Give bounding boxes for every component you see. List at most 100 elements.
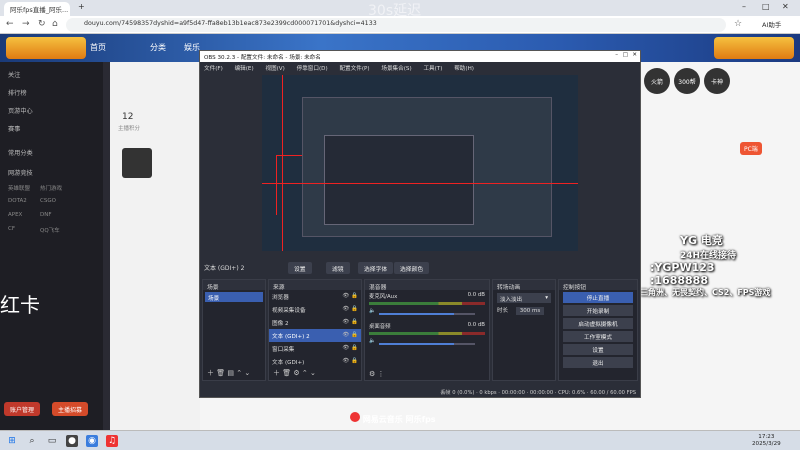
home-icon[interactable]: ⌂ xyxy=(52,19,58,29)
sidebar-item-rank[interactable]: 排行榜 xyxy=(8,88,27,97)
menu-view[interactable]: 视图(V) xyxy=(265,66,284,72)
selection-box-left[interactable] xyxy=(276,155,277,215)
source-row[interactable]: 窗口采集 👁 🔒 xyxy=(269,342,361,355)
maximize-icon[interactable]: □ xyxy=(762,2,770,11)
badge-300[interactable]: 300帮 xyxy=(674,68,700,94)
obs-minimize-icon[interactable]: – xyxy=(615,52,618,58)
sidebar-item-follow[interactable]: 关注 xyxy=(8,70,20,79)
obs-close-icon[interactable]: ✕ xyxy=(632,52,637,58)
remove-icon[interactable]: 🗑 xyxy=(282,369,291,377)
browser-app-icon[interactable]: ◉ xyxy=(86,435,98,447)
star-icon[interactable]: ☆ xyxy=(734,19,742,29)
browser-tab[interactable]: 阿乐fps直播_阿乐... xyxy=(4,2,70,16)
speaker-icon[interactable]: 🔈 xyxy=(369,338,376,344)
url-input[interactable]: douyu.com/74598357dyshid=a9f5d47-ffa8eb1… xyxy=(66,18,726,32)
menu-scene-collection[interactable]: 场景集合(S) xyxy=(381,66,411,72)
sidebar-game[interactable]: DNF xyxy=(40,212,52,218)
source-row[interactable]: 视频采集设备 👁 🔒 xyxy=(269,303,361,316)
volume-slider[interactable] xyxy=(379,343,475,345)
sidebar-game[interactable]: 英雄联盟 xyxy=(8,184,30,192)
volume-slider[interactable] xyxy=(379,313,475,315)
stop-streaming-button[interactable]: 停止直播 xyxy=(563,292,633,303)
windows-start-icon[interactable]: ⊞ xyxy=(6,435,18,447)
move-down-icon[interactable]: ⌄ xyxy=(244,369,250,377)
close-icon[interactable]: ✕ xyxy=(782,2,789,11)
forward-icon[interactable]: → xyxy=(22,19,30,29)
start-recording-button[interactable]: 开始录制 xyxy=(563,305,633,316)
obs-preview[interactable] xyxy=(262,75,578,251)
remove-icon[interactable]: 🗑 xyxy=(216,369,225,377)
douyu-logo[interactable] xyxy=(6,37,86,59)
pc-badge[interactable]: PC端 xyxy=(740,142,762,155)
sidebar-game[interactable]: CSGO xyxy=(40,198,56,204)
menu-tools[interactable]: 工具(T) xyxy=(423,66,442,72)
nav-category[interactable]: 分类 xyxy=(150,42,166,53)
obs-maximize-icon[interactable]: □ xyxy=(623,52,628,58)
settings-button[interactable]: 设置 xyxy=(563,344,633,355)
filters-button[interactable]: 滤镜 xyxy=(326,262,350,274)
sidebar-game[interactable]: APEX xyxy=(8,212,22,218)
menu-file[interactable]: 文件(F) xyxy=(204,66,223,72)
source-row-selected[interactable]: 文本 (GDI+) 2 👁 🔒 xyxy=(269,329,361,342)
source-row[interactable]: 文本 (GDI+) 👁 🔒 xyxy=(269,355,361,368)
speaker-icon[interactable]: 🔈 xyxy=(369,308,376,314)
virtual-camera-button[interactable]: 启动虚拟摄像机 xyxy=(563,318,633,329)
menu-docks[interactable]: 停靠窗口(D) xyxy=(297,66,328,72)
search-icon[interactable]: ⌕ xyxy=(26,435,38,447)
system-clock[interactable]: 17:23 2025/3/29 xyxy=(752,434,781,448)
select-color-button[interactable]: 选择颜色 xyxy=(394,262,430,274)
duration-input[interactable]: 300 ms xyxy=(515,307,545,315)
nav-entertainment[interactable]: 娱乐 xyxy=(184,42,200,53)
gear-icon[interactable]: ⚙ xyxy=(369,370,375,378)
sidebar-item-online[interactable]: 网游竞技 xyxy=(8,168,33,177)
menu-help[interactable]: 帮助(H) xyxy=(454,66,474,72)
badge-kashen[interactable]: 卡神 xyxy=(704,68,730,94)
source-row[interactable]: 浏览器 👁 🔒 xyxy=(269,290,361,303)
transition-select[interactable]: 淡入淡出 ▾ xyxy=(497,293,551,303)
properties-button[interactable]: 设置 xyxy=(288,262,312,274)
nav-home[interactable]: 首页 xyxy=(90,42,106,53)
move-up-icon[interactable]: ⌃ xyxy=(236,369,242,377)
visibility-lock-icons[interactable]: 👁 🔒 xyxy=(342,306,358,312)
task-view-icon[interactable]: ▭ xyxy=(46,435,58,447)
more-icon[interactable]: ⋮ xyxy=(378,370,385,378)
ai-assistant-button[interactable]: AI助手 xyxy=(762,19,781,29)
config-icon[interactable]: ▤ xyxy=(227,369,234,377)
back-icon[interactable]: ← xyxy=(6,19,14,29)
recruit-button[interactable]: 主播招募 xyxy=(52,402,89,416)
douyu-logo-right xyxy=(714,37,794,59)
scene-item[interactable]: 场景 xyxy=(205,292,263,302)
new-tab-button[interactable]: + xyxy=(78,2,85,11)
menu-edit[interactable]: 编辑(E) xyxy=(235,66,254,72)
sidebar-item-games[interactable]: 页游中心 xyxy=(8,106,33,115)
visibility-lock-icons[interactable]: 👁 🔒 xyxy=(342,345,358,351)
visibility-lock-icons[interactable]: 👁 🔒 xyxy=(342,319,358,325)
move-up-icon[interactable]: ⌃ xyxy=(302,369,308,377)
visibility-lock-icons[interactable]: 👁 🔒 xyxy=(342,358,358,364)
duration-label: 时长 xyxy=(497,308,509,314)
move-down-icon[interactable]: ⌄ xyxy=(310,369,316,377)
add-icon[interactable]: ＋ xyxy=(207,369,214,377)
menu-profile[interactable]: 配置文件(P) xyxy=(339,66,369,72)
visibility-lock-icons[interactable]: 👁 🔒 xyxy=(342,293,358,299)
exit-button[interactable]: 退出 xyxy=(563,357,633,368)
sidebar-game[interactable]: QQ飞车 xyxy=(40,226,60,234)
sidebar-game[interactable]: CF xyxy=(8,226,15,232)
sidebar-game[interactable]: 热门游戏 xyxy=(40,184,62,192)
obs-app-icon[interactable]: ● xyxy=(66,435,78,447)
visibility-lock-icons[interactable]: 👁 🔒 xyxy=(342,332,358,338)
reload-icon[interactable]: ↻ xyxy=(38,19,46,29)
add-icon[interactable]: ＋ xyxy=(273,369,280,377)
selection-box-top[interactable] xyxy=(276,155,302,156)
source-row[interactable]: 图像 2 👁 🔒 xyxy=(269,316,361,329)
studio-mode-button[interactable]: 工作室模式 xyxy=(563,331,633,342)
settings-icon[interactable]: ⚙ xyxy=(293,369,299,377)
sidebar-game[interactable]: DOTA2 xyxy=(8,198,27,204)
select-font-button[interactable]: 选择字体 xyxy=(358,262,394,274)
rocket-badge[interactable]: 火箭 xyxy=(644,68,670,94)
netease-app-icon[interactable]: ♫ xyxy=(106,435,118,447)
sidebar-item-events[interactable]: 赛事 xyxy=(8,124,20,133)
account-button[interactable]: 账户管理 xyxy=(4,402,41,416)
avatar[interactable] xyxy=(122,148,152,178)
minimize-icon[interactable]: – xyxy=(742,2,746,11)
